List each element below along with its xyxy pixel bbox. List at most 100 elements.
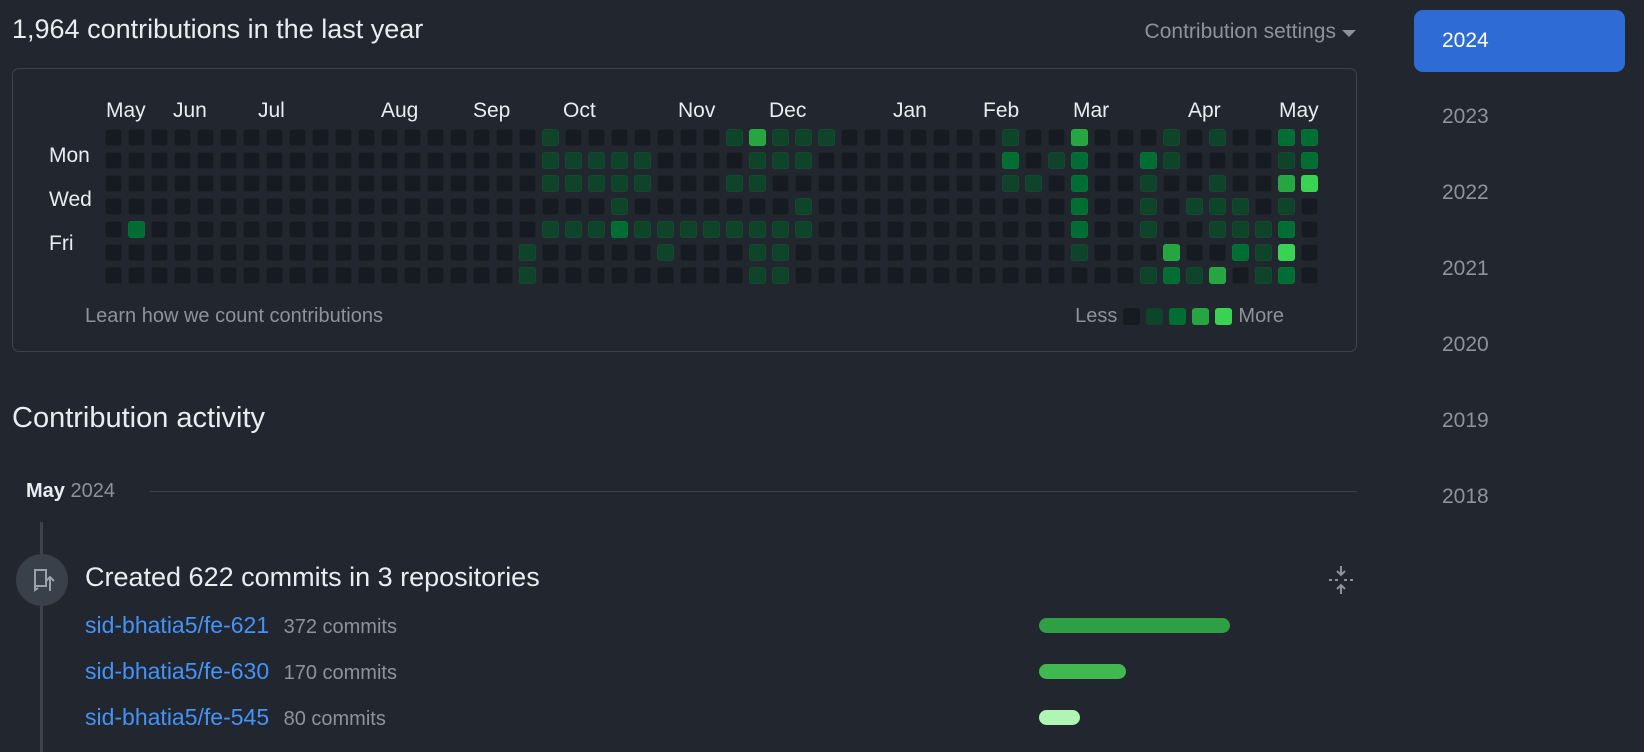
contribution-day[interactable]	[726, 267, 743, 284]
contribution-day[interactable]	[220, 152, 237, 169]
contribution-day[interactable]	[519, 129, 536, 146]
contribution-day[interactable]	[381, 152, 398, 169]
contribution-day[interactable]	[335, 152, 352, 169]
contribution-day[interactable]	[1232, 221, 1249, 238]
contribution-day[interactable]	[105, 129, 122, 146]
contribution-day[interactable]	[519, 198, 536, 215]
contribution-day[interactable]	[680, 175, 697, 192]
contribution-day[interactable]	[726, 152, 743, 169]
contribution-day[interactable]	[450, 198, 467, 215]
contribution-day[interactable]	[1163, 221, 1180, 238]
contribution-day[interactable]	[1094, 175, 1111, 192]
contribution-day[interactable]	[1255, 175, 1272, 192]
contribution-day[interactable]	[1094, 152, 1111, 169]
contribution-day[interactable]	[404, 267, 421, 284]
contribution-day[interactable]	[657, 152, 674, 169]
contribution-day[interactable]	[1278, 175, 1295, 192]
contribution-day[interactable]	[450, 244, 467, 261]
contribution-day[interactable]	[910, 198, 927, 215]
contribution-day[interactable]	[841, 198, 858, 215]
contribution-day[interactable]	[496, 152, 513, 169]
contribution-day[interactable]	[864, 221, 881, 238]
contribution-day[interactable]	[795, 129, 812, 146]
contribution-day[interactable]	[1071, 267, 1088, 284]
contribution-day[interactable]	[473, 221, 490, 238]
contribution-day[interactable]	[335, 198, 352, 215]
contribution-day[interactable]	[1140, 221, 1157, 238]
contribution-day[interactable]	[450, 152, 467, 169]
contribution-day[interactable]	[427, 129, 444, 146]
contribution-day[interactable]	[933, 129, 950, 146]
contribution-day[interactable]	[979, 152, 996, 169]
contribution-day[interactable]	[703, 175, 720, 192]
contribution-day[interactable]	[542, 267, 559, 284]
contribution-day[interactable]	[680, 244, 697, 261]
contribution-day[interactable]	[1209, 267, 1226, 284]
contribution-day[interactable]	[795, 267, 812, 284]
contribution-day[interactable]	[220, 198, 237, 215]
contribution-day[interactable]	[105, 152, 122, 169]
contribution-day[interactable]	[910, 221, 927, 238]
contribution-day[interactable]	[381, 244, 398, 261]
contribution-day[interactable]	[358, 221, 375, 238]
contribution-day[interactable]	[427, 198, 444, 215]
contribution-day[interactable]	[818, 152, 835, 169]
contribution-day[interactable]	[611, 198, 628, 215]
contribution-day[interactable]	[565, 152, 582, 169]
contribution-day[interactable]	[1278, 198, 1295, 215]
contribution-day[interactable]	[910, 244, 927, 261]
contribution-day[interactable]	[1071, 129, 1088, 146]
contribution-day[interactable]	[151, 244, 168, 261]
contribution-day[interactable]	[1094, 198, 1111, 215]
contribution-day[interactable]	[243, 267, 260, 284]
contribution-day[interactable]	[1002, 244, 1019, 261]
contribution-day[interactable]	[1278, 221, 1295, 238]
contribution-day[interactable]	[864, 198, 881, 215]
contribution-day[interactable]	[933, 267, 950, 284]
contribution-day[interactable]	[634, 152, 651, 169]
contribution-day[interactable]	[197, 175, 214, 192]
contribution-day[interactable]	[1278, 152, 1295, 169]
contribution-day[interactable]	[772, 221, 789, 238]
contribution-day[interactable]	[381, 175, 398, 192]
contribution-day[interactable]	[1232, 267, 1249, 284]
contribution-day[interactable]	[841, 175, 858, 192]
contribution-day[interactable]	[611, 152, 628, 169]
contribution-day[interactable]	[358, 175, 375, 192]
contribution-day[interactable]	[1025, 267, 1042, 284]
contribution-day[interactable]	[1002, 198, 1019, 215]
contribution-day[interactable]	[266, 221, 283, 238]
contribution-day[interactable]	[312, 198, 329, 215]
contribution-day[interactable]	[197, 129, 214, 146]
contribution-day[interactable]	[634, 244, 651, 261]
contribution-day[interactable]	[105, 244, 122, 261]
contribution-day[interactable]	[565, 175, 582, 192]
contribution-day[interactable]	[1117, 152, 1134, 169]
contribution-day[interactable]	[1025, 152, 1042, 169]
contribution-day[interactable]	[220, 175, 237, 192]
contribution-day[interactable]	[749, 175, 766, 192]
contribution-day[interactable]	[841, 129, 858, 146]
contribution-day[interactable]	[220, 129, 237, 146]
contribution-day[interactable]	[588, 152, 605, 169]
contribution-day[interactable]	[979, 129, 996, 146]
contribution-day[interactable]	[703, 267, 720, 284]
contribution-day[interactable]	[1255, 221, 1272, 238]
contribution-day[interactable]	[864, 129, 881, 146]
contribution-day[interactable]	[588, 175, 605, 192]
contribution-day[interactable]	[197, 244, 214, 261]
contribution-day[interactable]	[519, 175, 536, 192]
contribution-day[interactable]	[381, 129, 398, 146]
contribution-day[interactable]	[1002, 129, 1019, 146]
contribution-day[interactable]	[1163, 129, 1180, 146]
contribution-day[interactable]	[1140, 129, 1157, 146]
contribution-day[interactable]	[1117, 244, 1134, 261]
contribution-day[interactable]	[335, 244, 352, 261]
contribution-day[interactable]	[1048, 175, 1065, 192]
contribution-day[interactable]	[151, 152, 168, 169]
contribution-day[interactable]	[588, 129, 605, 146]
contribution-day[interactable]	[795, 152, 812, 169]
contribution-day[interactable]	[1140, 198, 1157, 215]
contribution-day[interactable]	[1232, 244, 1249, 261]
contribution-day[interactable]	[887, 221, 904, 238]
